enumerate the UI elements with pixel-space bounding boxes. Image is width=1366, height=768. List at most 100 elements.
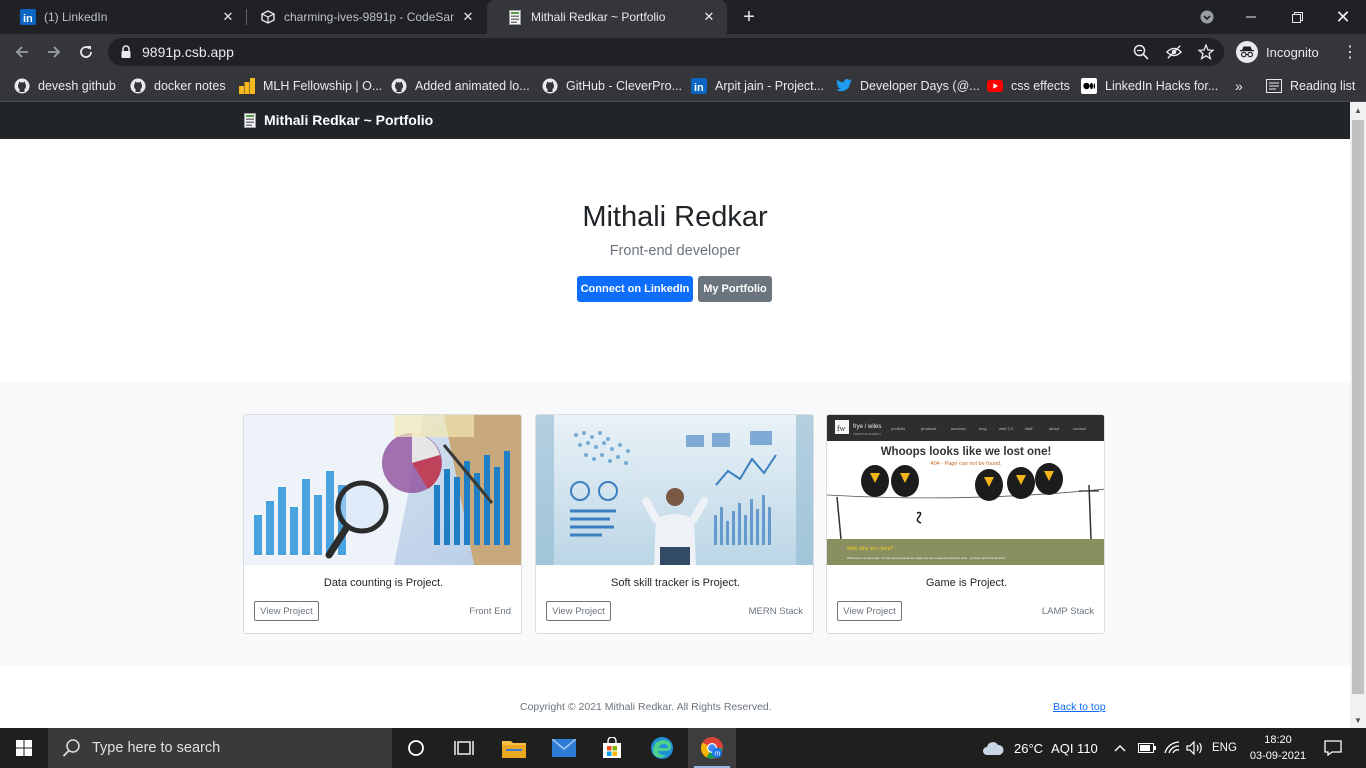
back-to-top-link[interactable]: Back to top [1053,701,1106,713]
hero-section: Mithali Redkar Front-end developer Conne… [0,139,1350,382]
url-text[interactable]: 9891p.csb.app [142,44,234,60]
bookmark-item[interactable]: docker notes [130,76,226,96]
weather-aqi: AQI 110 [1051,740,1098,756]
game-nav-item: web 2.0 [999,426,1014,431]
bookmark-item[interactable]: GitHub - CleverPro... [542,76,682,96]
bookmark-item[interactable]: in Arpit jain - Project... [691,76,824,96]
new-tab-button[interactable]: + [737,5,761,29]
bookmarks-overflow-button[interactable]: » [1235,76,1243,96]
windows-start-icon[interactable] [0,728,48,768]
language-indicator[interactable]: ENG [1212,728,1237,768]
tab-linkedin[interactable]: in (1) LinkedIn ✕ [0,0,246,34]
microsoft-store-icon[interactable] [588,728,636,768]
notifications-icon[interactable] [1324,728,1342,768]
document-icon [507,9,523,25]
close-window-icon[interactable]: ✕ [1320,0,1366,34]
project-tag: LAMP Stack [1041,606,1094,617]
github-icon [14,78,30,94]
site-footer: Copyright © 2021 Mithali Redkar. All Rig… [0,666,1350,728]
eye-blocked-icon[interactable] [1166,44,1182,60]
volume-icon[interactable] [1186,728,1204,768]
edge-icon[interactable] [638,728,686,768]
project-card: fw frye / wiles CREATIVE AGENCY portfoli… [826,414,1105,634]
system-clock[interactable]: 18:20 03-09-2021 [1248,732,1308,764]
my-portfolio-button[interactable]: My Portfolio [698,276,772,302]
svg-text:m: m [714,751,720,758]
mlh-icon [239,78,255,94]
tab-label: Mithali Redkar ~ Portfolio [531,10,666,24]
address-bar[interactable]: 9891p.csb.app [108,38,1224,66]
game-brand: frye / wiles [853,424,881,430]
scrollbar-thumb[interactable] [1352,120,1364,694]
restore-icon[interactable] [1274,0,1320,34]
game-subline: 404 - Page can not be found. [931,461,1002,467]
view-project-button[interactable]: View Project [837,601,902,621]
battery-icon[interactable] [1138,728,1156,768]
close-icon[interactable]: ✕ [701,9,717,25]
project-thumbnail-game: fw frye / wiles CREATIVE AGENCY portfoli… [827,415,1104,565]
document-icon [244,112,256,128]
game-nav-item: services [951,426,966,431]
close-icon[interactable]: ✕ [460,9,476,25]
bookmark-item[interactable]: css effects [987,76,1070,96]
mail-icon[interactable] [540,728,588,768]
close-icon[interactable]: ✕ [220,9,236,25]
tab-strip: in (1) LinkedIn ✕ charming-ives-9891p - … [0,0,1366,34]
view-project-button[interactable]: View Project [546,601,611,621]
project-card: Data counting is Project. View Project F… [243,414,522,634]
project-thumbnail-soft-skill-tracker [536,415,813,565]
zoom-icon[interactable] [1133,44,1149,60]
cortana-icon[interactable] [392,728,440,768]
tab-codesandbox[interactable]: charming-ives-9891p - CodeSandbox ✕ [240,0,486,34]
bookmark-item[interactable]: LinkedIn Hacks for... [1081,76,1218,96]
navbar-brand[interactable]: Mithali Redkar ~ Portfolio [244,112,433,128]
file-explorer-icon[interactable] [490,728,538,768]
bookmark-item[interactable]: devesh github [14,76,116,96]
page-scrollbar[interactable]: ▲ ▼ [1350,102,1366,728]
star-icon[interactable] [1198,44,1214,60]
github-icon [391,78,407,94]
tab-label: charming-ives-9891p - CodeSandbox [284,10,454,24]
back-arrow-icon[interactable] [10,40,34,64]
game-logo: fw [837,424,846,433]
projects-section: Data counting is Project. View Project F… [0,382,1350,666]
show-hidden-icons[interactable] [1114,728,1128,768]
project-card: Soft skill tracker is Project. View Proj… [535,414,814,634]
tab-portfolio[interactable]: Mithali Redkar ~ Portfolio ✕ [487,0,727,34]
lock-icon[interactable] [120,45,132,59]
tab-search-icon[interactable] [1184,0,1230,34]
weather-widget[interactable]: 26°C AQI 110 [982,728,1098,768]
scroll-up-icon[interactable]: ▲ [1350,102,1366,118]
linkedin-icon: in [691,78,707,94]
reading-list-icon [1266,78,1282,94]
game-nav-item: about [1049,426,1060,431]
project-title: Game is Project. [925,577,1008,589]
codesandbox-icon [260,9,276,25]
taskbar-search-box[interactable]: Type here to search [48,728,392,768]
svg-text:in: in [694,82,704,94]
github-icon [130,78,146,94]
scroll-down-icon[interactable]: ▼ [1350,712,1366,728]
wifi-icon[interactable] [1164,728,1180,768]
bookmark-item[interactable]: Added animated lo... [391,76,530,96]
browser-toolbar: 9891p.csb.app Incognito ⋮ [0,34,1366,70]
incognito-profile[interactable]: Incognito [1232,38,1326,66]
task-view-icon[interactable] [440,728,488,768]
twitter-icon [836,78,852,94]
forward-arrow-icon[interactable] [42,40,66,64]
connect-linkedin-button[interactable]: Connect on LinkedIn [577,276,693,302]
view-project-button[interactable]: View Project [254,601,319,621]
bookmark-item[interactable]: Developer Days (@... [836,76,980,96]
search-placeholder: Type here to search [92,740,221,756]
game-nav-item: products [921,426,936,431]
bookmark-item[interactable]: MLH Fellowship | O... [239,76,382,96]
minimize-icon[interactable] [1228,0,1274,34]
cloud-icon [982,740,1004,756]
reload-icon[interactable] [74,40,98,64]
brand-label: Mithali Redkar ~ Portfolio [264,112,434,128]
reading-list-button[interactable]: Reading list [1266,76,1355,96]
weather-temp: 26°C [1014,740,1044,756]
chrome-icon[interactable]: m [688,728,736,768]
menu-icon[interactable]: ⋮ [1340,40,1360,64]
game-nav-item: blog [979,426,987,431]
